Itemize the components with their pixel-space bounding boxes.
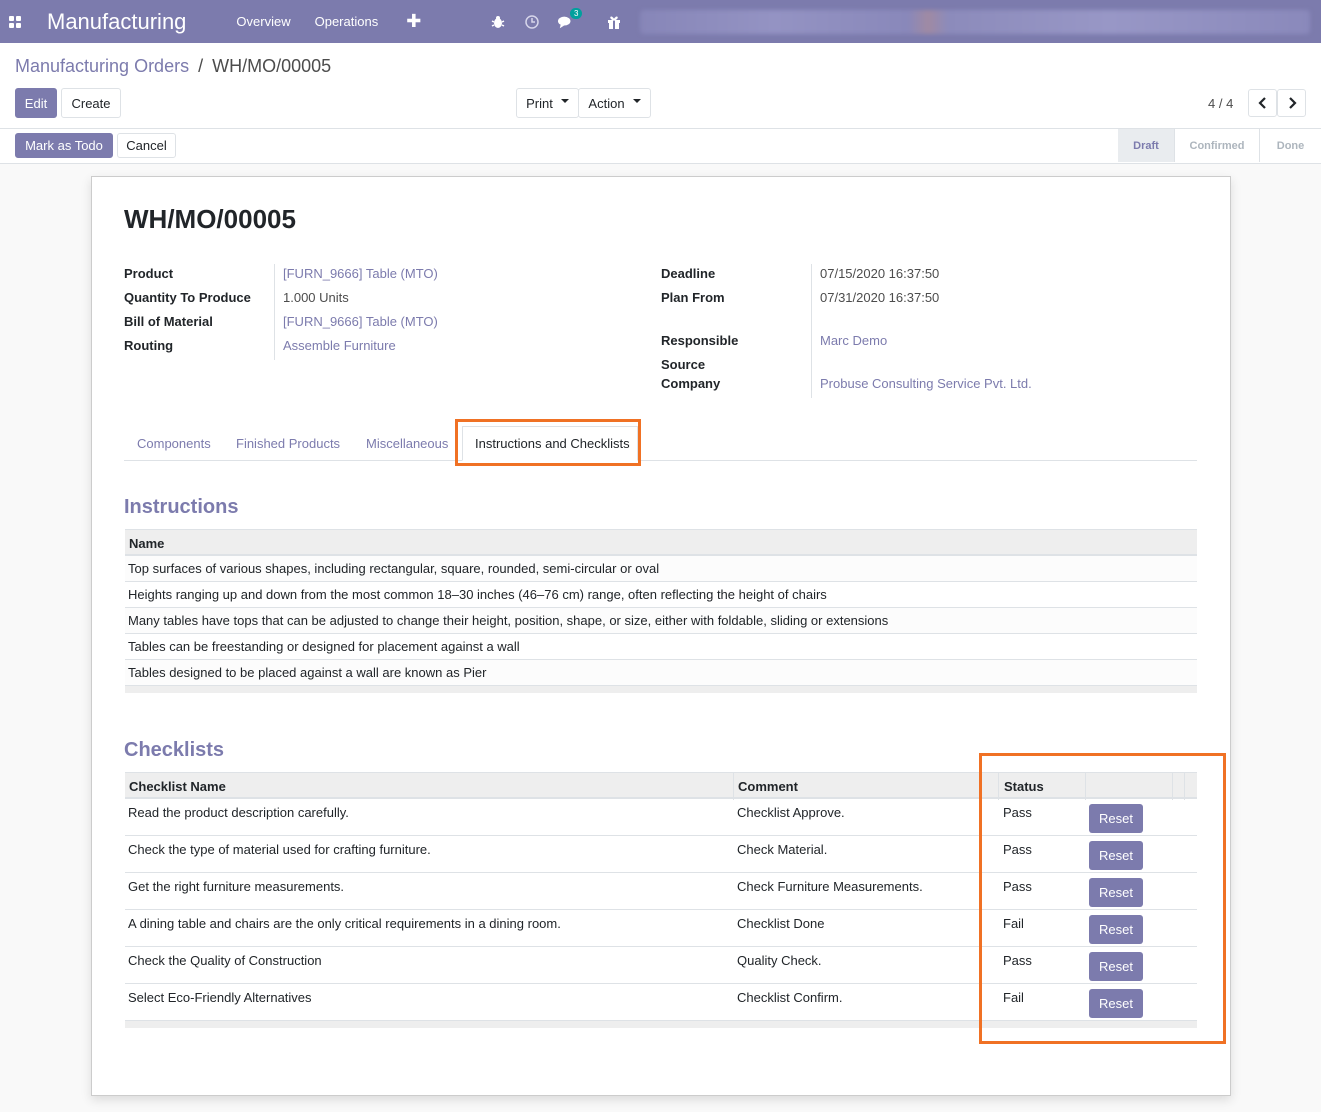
checklist-comment: Check Furniture Measurements.: [737, 879, 923, 894]
instructions-table: Name Top surfaces of various shapes, inc…: [125, 529, 1197, 693]
breadcrumb-parent[interactable]: Manufacturing Orders: [15, 56, 189, 76]
menu-overview[interactable]: Overview: [236, 14, 290, 29]
mark-as-todo-button[interactable]: Mark as Todo: [15, 133, 113, 158]
column-divider: [733, 773, 734, 800]
product-value[interactable]: [FURN_9666] Table (MTO): [283, 266, 438, 281]
bom-value[interactable]: [FURN_9666] Table (MTO): [283, 314, 438, 329]
instruction-text: Tables designed to be placed against a w…: [128, 665, 487, 680]
stage-confirmed[interactable]: Confirmed: [1174, 129, 1259, 162]
right-field-divider: [811, 264, 812, 398]
checklist-name: Get the right furniture measurements.: [128, 879, 345, 894]
table-row[interactable]: Tables designed to be placed against a w…: [125, 660, 1197, 686]
stage-done[interactable]: Done: [1259, 129, 1321, 162]
print-dropdown[interactable]: Print: [516, 88, 579, 118]
edit-button[interactable]: Edit: [15, 88, 57, 118]
quantity-label: Quantity To Produce: [124, 290, 251, 305]
instructions-header: Name: [125, 529, 1197, 556]
checklist-comment: Checklist Done: [737, 916, 825, 931]
stage-draft[interactable]: Draft: [1118, 129, 1174, 162]
checklist-name: Check the type of material used for craf…: [128, 842, 431, 857]
chevron-left-icon: [1257, 97, 1266, 109]
checklist-name: Select Eco-Friendly Alternatives: [128, 990, 312, 1005]
table-row[interactable]: Top surfaces of various shapes, includin…: [125, 556, 1197, 582]
deadline-value: 07/15/2020 16:37:50: [820, 266, 940, 281]
apps-menu-icon[interactable]: [0, 0, 30, 43]
table-row[interactable]: Heights ranging up and down from the mos…: [125, 582, 1197, 608]
checklist-comment: Checklist Confirm.: [737, 990, 843, 1005]
chat-badge: 3: [570, 7, 583, 19]
clock-icon[interactable]: [524, 14, 540, 30]
routing-value[interactable]: Assemble Furniture: [283, 338, 396, 353]
record-title: WH/MO/00005: [124, 204, 296, 234]
company-label: Company: [661, 376, 721, 391]
checklist-name: A dining table and chairs are the only c…: [128, 916, 561, 931]
tab-finished-products[interactable]: Finished Products: [236, 436, 340, 451]
top-navbar: Manufacturing Overview Operations ✚ 3: [0, 0, 1321, 43]
plan-from-label: Plan From: [661, 290, 725, 305]
left-field-divider: [274, 264, 275, 360]
caret-down-icon: [632, 99, 641, 103]
breadcrumb-current: WH/MO/00005: [212, 56, 332, 76]
source-label: Source: [661, 357, 706, 372]
menu-operations[interactable]: Operations: [315, 14, 379, 29]
action-label: Action: [588, 95, 625, 111]
instruction-text: Top surfaces of various shapes, includin…: [128, 561, 660, 576]
blurred-user-area: [640, 10, 1310, 34]
breadcrumb-separator: /: [198, 56, 204, 76]
tab-components[interactable]: Components: [137, 436, 211, 451]
pager-value: 4 / 4: [1208, 96, 1234, 111]
instruction-text: Heights ranging up and down from the mos…: [128, 587, 827, 602]
bug-icon[interactable]: [490, 14, 506, 30]
instruction-text: Many tables have tops that can be adjust…: [128, 613, 889, 628]
action-dropdown[interactable]: Action: [578, 88, 651, 118]
bom-label: Bill of Material: [124, 314, 213, 329]
instructions-footer: [125, 686, 1197, 693]
pager-previous-button[interactable]: [1248, 89, 1277, 117]
caret-down-icon: [560, 99, 569, 103]
pager-next-button[interactable]: [1277, 89, 1306, 117]
app-name[interactable]: Manufacturing: [47, 9, 186, 35]
table-row[interactable]: Tables can be freestanding or designed f…: [125, 634, 1197, 660]
column-header-name[interactable]: Name: [129, 536, 164, 551]
checklist-name: Read the product description carefully.: [128, 805, 349, 820]
checklists-title: Checklists: [124, 739, 225, 761]
cancel-button[interactable]: Cancel: [117, 133, 176, 158]
routing-label: Routing: [124, 338, 174, 353]
deadline-label: Deadline: [661, 266, 716, 281]
tab-miscellaneous[interactable]: Miscellaneous: [366, 436, 448, 451]
chat-icon[interactable]: 3: [558, 7, 583, 30]
plus-icon[interactable]: ✚: [406, 11, 421, 32]
tab-highlight-box: [455, 419, 641, 466]
gift-icon[interactable]: [606, 14, 622, 30]
company-value[interactable]: Probuse Consulting Service Pvt. Ltd.: [820, 376, 1032, 391]
column-header-checklist-name[interactable]: Checklist Name: [129, 779, 226, 794]
print-label: Print: [526, 95, 553, 111]
plan-from-value: 07/31/2020 16:37:50: [820, 290, 940, 305]
instruction-text: Tables can be freestanding or designed f…: [128, 639, 520, 654]
table-row[interactable]: Many tables have tops that can be adjust…: [125, 608, 1197, 634]
product-label: Product: [124, 266, 174, 281]
responsible-value[interactable]: Marc Demo: [820, 333, 887, 348]
breadcrumb: Manufacturing Orders / WH/MO/00005: [15, 56, 331, 77]
quantity-value: 1.000 Units: [283, 290, 349, 305]
responsible-label: Responsible: [661, 333, 739, 348]
create-button[interactable]: Create: [61, 88, 121, 118]
checklist-comment: Check Material.: [737, 842, 828, 857]
checklist-comment: Quality Check.: [737, 953, 822, 968]
column-header-comment[interactable]: Comment: [738, 779, 798, 794]
status-highlight-box: [979, 753, 1226, 1044]
tab-bar-line: [124, 460, 1197, 461]
instructions-title: Instructions: [124, 496, 239, 518]
checklist-name: Check the Quality of Construction: [128, 953, 322, 968]
status-bar: Draft Confirmed Done: [1118, 129, 1321, 162]
checklist-comment: Checklist Approve.: [737, 805, 845, 820]
chevron-right-icon: [1288, 97, 1297, 109]
